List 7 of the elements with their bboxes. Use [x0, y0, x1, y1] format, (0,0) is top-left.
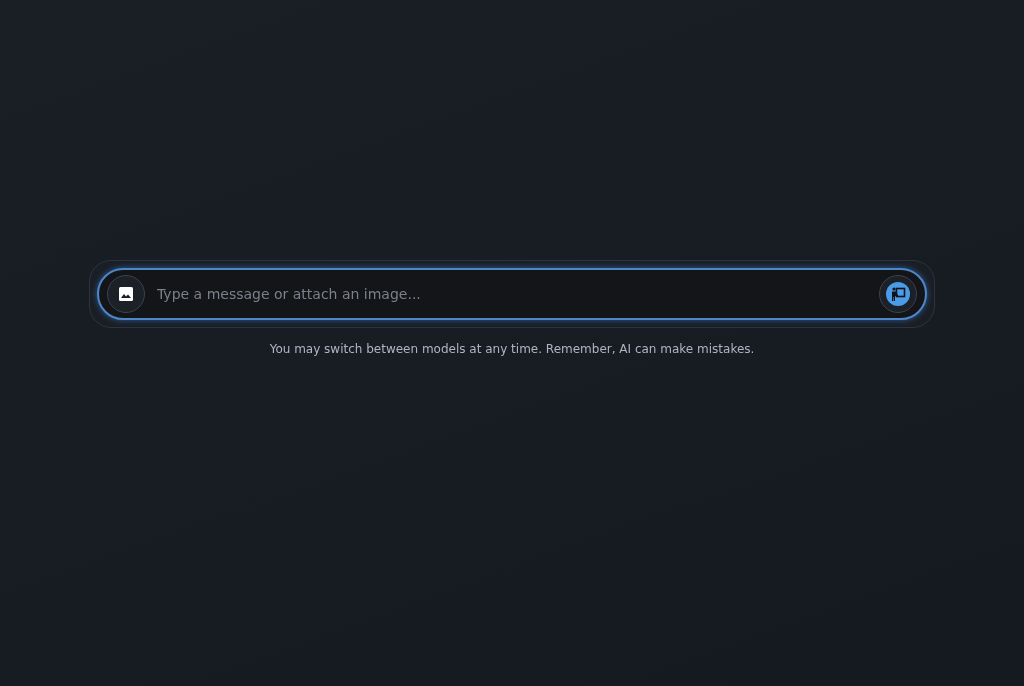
message-field[interactable]: Type a message or attach an image... — [97, 268, 927, 320]
model-button[interactable] — [879, 275, 917, 313]
presenter-icon — [886, 282, 910, 306]
disclaimer-text: You may switch between models at any time. Remember, AI can make mistakes. — [269, 342, 755, 356]
attach-image-button[interactable] — [107, 275, 145, 313]
image-icon — [118, 286, 134, 302]
message-input[interactable]: Type a message or attach an image... — [155, 285, 869, 303]
